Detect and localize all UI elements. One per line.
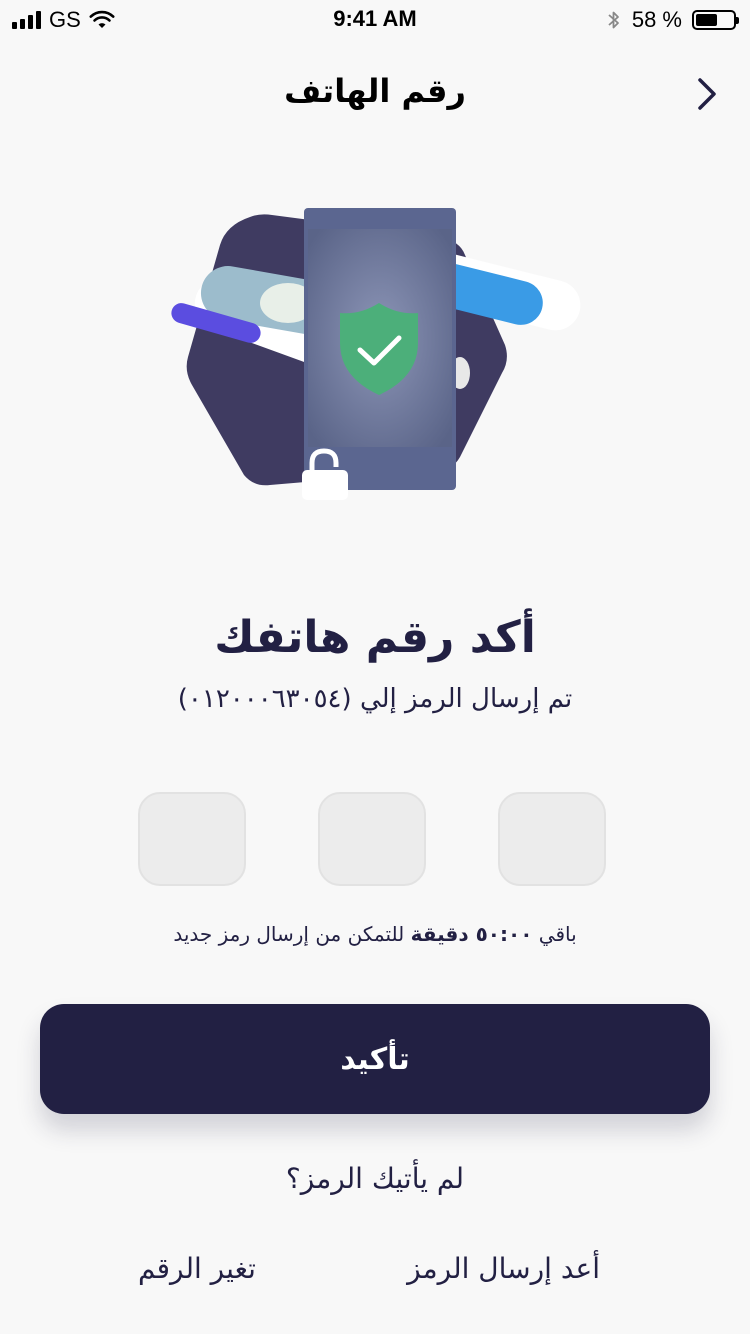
page-title: رقم الهاتف [284,72,466,110]
sent-to-text: تم إرسال الرمز إلي (٠١٢٠٠٠٦٣٠٥٤) [177,684,573,714]
headline: أكد رقم هاتفك [214,612,536,663]
bluetooth-icon [608,11,619,29]
battery-fill [696,14,717,26]
status-right: 58 % [606,6,739,34]
timer-value: ٥٠:٠٠ دقيقة [410,922,533,946]
code-input-3[interactable] [138,792,246,886]
status-bar: GS 9:41 AM 58 % [0,0,750,40]
resend-code-link[interactable]: أعد إرسال الرمز [407,1252,600,1285]
timer-prefix: باقي [532,922,577,946]
timer-suffix: للتمكن من إرسال رمز جديد [173,922,411,946]
resend-timer: باقي ٥٠:٠٠ دقيقة للتمكن من إرسال رمز جدي… [0,922,750,946]
code-input-2[interactable] [318,792,426,886]
phone-security-illustration [171,208,581,500]
change-number-link[interactable]: تغير الرقم [138,1252,256,1285]
no-code-text: لم يأتيك الرمز؟ [285,1162,465,1195]
battery-percent: 58 % [631,7,682,32]
chevron-right-icon[interactable] [692,76,722,112]
code-input-1[interactable] [498,792,606,886]
battery-icon [692,10,739,30]
confirm-button[interactable]: تأكيد [40,1004,710,1114]
